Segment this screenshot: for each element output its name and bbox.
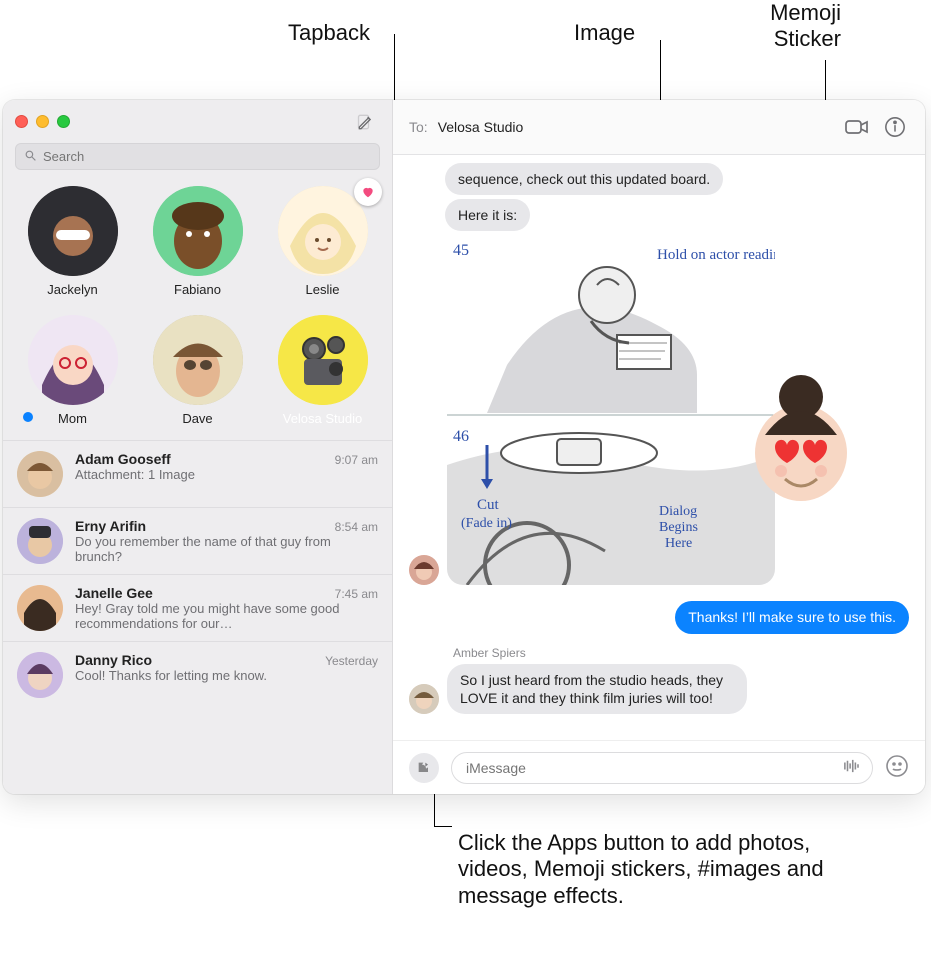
svg-text:(Fade in): (Fade in) — [461, 516, 512, 531]
facetime-button[interactable] — [843, 113, 871, 141]
pin-label: Dave — [182, 411, 212, 426]
memoji-sticker[interactable] — [737, 375, 865, 503]
conversation-item[interactable]: Adam Gooseff 9:07 am Attachment: 1 Image — [3, 440, 392, 507]
search-input[interactable] — [43, 149, 371, 164]
sidebar: Jackelyn Fabiano — [3, 100, 393, 794]
conversation-list: Adam Gooseff 9:07 am Attachment: 1 Image… — [3, 440, 392, 794]
svg-text:Here: Here — [665, 536, 692, 551]
message-in: Here it is: — [445, 199, 530, 231]
svg-text:Begins: Begins — [659, 520, 698, 535]
conv-time: 7:45 am — [335, 587, 378, 601]
svg-text:Hold on actor reading: Hold on actor reading — [657, 247, 775, 263]
conversation-main: To: Velosa Studio sequence, check out th… — [393, 100, 925, 794]
image-attachment[interactable]: 45 Hold on actor reading 46 Cut (Fade in… — [447, 235, 775, 585]
svg-text:46: 46 — [453, 428, 469, 445]
pinned-velosa-studio[interactable]: Velosa Studio — [269, 315, 376, 426]
svg-text:45: 45 — [453, 242, 469, 259]
conv-time: Yesterday — [325, 654, 378, 668]
pinned-mom[interactable]: Mom — [19, 315, 126, 426]
conv-name: Erny Arifin — [75, 518, 146, 534]
conversation-item[interactable]: Danny Rico Yesterday Cool! Thanks for le… — [3, 641, 392, 708]
pin-label: Mom — [58, 411, 87, 426]
pin-label: Leslie — [306, 282, 340, 297]
input-row — [393, 740, 925, 794]
sender-name: Amber Spiers — [453, 646, 909, 660]
svg-text:Dialog: Dialog — [659, 504, 697, 519]
conversation-item[interactable]: Janelle Gee 7:45 am Hey! Gray told me yo… — [3, 574, 392, 641]
to-value: Velosa Studio — [438, 119, 524, 135]
zoom-window[interactable] — [57, 115, 70, 128]
search-icon — [24, 149, 37, 165]
pin-label: Velosa Studio — [283, 411, 363, 426]
minimize-window[interactable] — [36, 115, 49, 128]
audio-waveform-icon[interactable] — [840, 759, 862, 776]
pin-label: Fabiano — [174, 282, 221, 297]
message-out: Thanks! I’ll make sure to use this. — [675, 601, 909, 633]
svg-text:Cut: Cut — [477, 497, 500, 513]
pinned-leslie[interactable]: Leslie — [269, 186, 376, 297]
compose-button[interactable] — [352, 108, 380, 136]
pinned-fabiano[interactable]: Fabiano — [144, 186, 251, 297]
conversation-header: To: Velosa Studio — [393, 100, 925, 155]
conv-preview: Hey! Gray told me you might have some go… — [75, 601, 378, 631]
conv-time: 9:07 am — [335, 453, 378, 467]
message-thread[interactable]: sequence, check out this updated board. … — [393, 155, 925, 740]
unread-dot — [23, 412, 33, 422]
emoji-picker-button[interactable] — [885, 754, 909, 781]
message-in: sequence, check out this updated board. — [445, 163, 723, 195]
conv-name: Janelle Gee — [75, 585, 153, 601]
conv-preview: Do you remember the name of that guy fro… — [75, 534, 378, 564]
sender-avatar[interactable] — [409, 555, 439, 585]
window-controls — [15, 115, 70, 128]
search-field[interactable] — [15, 143, 380, 170]
callout-memoji: Memoji Sticker — [770, 0, 841, 53]
conv-name: Adam Gooseff — [75, 451, 171, 467]
message-input-wrapper[interactable] — [451, 752, 873, 784]
pinned-jackelyn[interactable]: Jackelyn — [19, 186, 126, 297]
pin-label: Jackelyn — [47, 282, 98, 297]
details-button[interactable] — [881, 113, 909, 141]
message-input[interactable] — [466, 760, 834, 776]
close-window[interactable] — [15, 115, 28, 128]
message-in: So I just heard from the studio heads, t… — [447, 664, 747, 714]
callout-image: Image — [574, 20, 635, 46]
conv-preview: Cool! Thanks for letting me know. — [75, 668, 378, 683]
conv-preview: Attachment: 1 Image — [75, 467, 378, 482]
pinned-dave[interactable]: Dave — [144, 315, 251, 426]
messages-window: Jackelyn Fabiano — [3, 100, 925, 794]
tapback-heart[interactable] — [354, 178, 382, 206]
pinned-grid: Jackelyn Fabiano — [3, 180, 392, 440]
conv-time: 8:54 am — [335, 520, 378, 534]
callout-apps: Click the Apps button to add photos, vid… — [458, 830, 878, 909]
titlebar — [3, 100, 392, 143]
sender-avatar[interactable] — [409, 684, 439, 714]
callout-tapback: Tapback — [288, 20, 370, 46]
to-label: To: — [409, 119, 428, 135]
apps-button[interactable] — [409, 753, 439, 783]
conversation-item[interactable]: Erny Arifin 8:54 am Do you remember the … — [3, 507, 392, 574]
conv-name: Danny Rico — [75, 652, 152, 668]
